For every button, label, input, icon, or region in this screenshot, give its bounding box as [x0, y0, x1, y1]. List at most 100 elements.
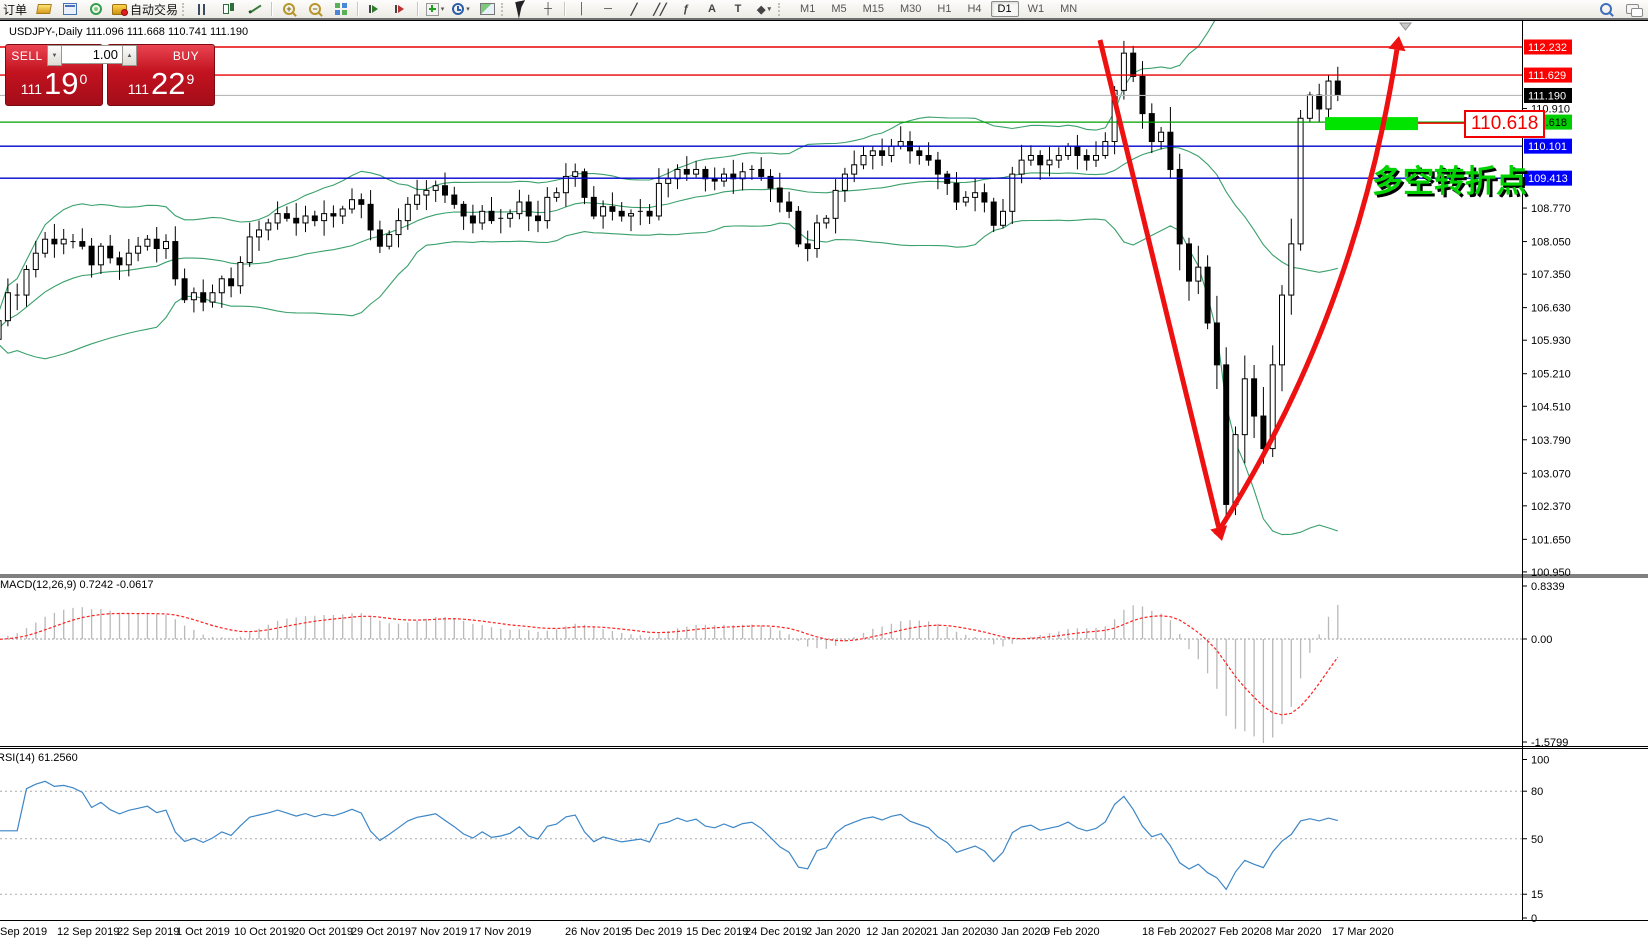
line-chart-icon[interactable] [242, 0, 268, 19]
candle [1187, 244, 1192, 281]
support-zone-bar[interactable] [1325, 117, 1418, 130]
toolbar-handle[interactable] [778, 3, 783, 16]
candle [703, 169, 708, 178]
volume-increase-button[interactable]: ▲ [122, 45, 137, 66]
new-order-icon[interactable] [31, 0, 57, 19]
macd-pane[interactable] [0, 605, 1522, 743]
candle [461, 204, 466, 216]
candle [1298, 118, 1303, 244]
candle [1168, 132, 1173, 169]
orders-label[interactable]: 订单 [3, 1, 27, 18]
candle [5, 293, 10, 321]
candle [415, 195, 420, 204]
tile-windows-icon[interactable] [328, 0, 354, 19]
timeframe-group: M1M5M15M30H1H4D1W1MN [792, 1, 1085, 17]
candle [675, 169, 680, 178]
volume-input[interactable] [62, 45, 122, 64]
vertical-line-icon[interactable]: │ [569, 0, 595, 19]
signals-icon[interactable] [83, 0, 109, 19]
candle [954, 183, 959, 202]
candle-chart-icon[interactable] [216, 0, 242, 19]
tf-button-W1[interactable]: W1 [1021, 1, 1052, 17]
toolbar-handle[interactable] [182, 3, 187, 16]
candle [201, 293, 206, 302]
candle [1010, 174, 1015, 211]
candle [480, 211, 485, 223]
date-tick: 18 Feb 2020 [1142, 926, 1204, 938]
zoom-out-icon[interactable] [302, 0, 328, 19]
tf-button-H1[interactable]: H1 [930, 1, 958, 17]
price-axis[interactable]: 110.910108.770108.050107.350106.630105.9… [1522, 40, 1572, 926]
down-arrow[interactable] [1100, 40, 1219, 527]
tf-button-D1[interactable]: D1 [991, 1, 1019, 17]
svg-text:0: 0 [1531, 913, 1537, 925]
candle [43, 239, 48, 253]
price-chart-pane[interactable] [0, 0, 1522, 541]
candle [359, 200, 364, 205]
horizontal-line-icon[interactable]: ─ [595, 0, 621, 19]
periods-icon[interactable]: ▾ [448, 0, 474, 19]
trendline-icon[interactable]: ╱ [621, 0, 647, 19]
auto-trading-button[interactable]: 自动交易 [109, 0, 181, 19]
candle [982, 193, 987, 202]
tf-button-M5[interactable]: M5 [824, 1, 853, 17]
zoom-in-icon[interactable] [276, 0, 302, 19]
candle [405, 204, 410, 220]
candle [666, 179, 671, 184]
candle [852, 165, 857, 174]
candle [182, 279, 187, 300]
chart-window-icon[interactable] [57, 0, 83, 19]
fibonacci-icon[interactable]: ƒ [673, 0, 699, 19]
candle [275, 214, 280, 223]
candle [33, 253, 38, 269]
channel-icon[interactable]: ╱╱ [647, 0, 673, 19]
candle [963, 197, 968, 202]
candle [861, 155, 866, 164]
candle [815, 223, 820, 249]
candle [108, 246, 113, 258]
svg-text:112.232: 112.232 [1528, 42, 1567, 54]
candle [1242, 379, 1247, 435]
auto-scroll-icon[interactable] [362, 0, 388, 19]
candle [712, 179, 717, 181]
rsi-pane[interactable] [0, 781, 1522, 894]
svg-text:104.510: 104.510 [1531, 401, 1571, 413]
candle [1224, 365, 1229, 505]
svg-text:102.370: 102.370 [1531, 501, 1571, 513]
bar-chart-icon[interactable] [190, 0, 216, 19]
date-tick: 29 Oct 2019 [351, 926, 411, 938]
shapes-icon[interactable]: ◆▾ [751, 0, 777, 19]
price-level-flag[interactable]: 110.618 [1464, 110, 1545, 138]
volume-decrease-button[interactable]: ▼ [47, 45, 62, 66]
macd-histogram [0, 605, 1338, 743]
label-icon[interactable]: T [725, 0, 751, 19]
sell-label: SELL [6, 49, 48, 63]
toolbar-handle[interactable] [501, 3, 506, 16]
svg-text:50: 50 [1531, 834, 1543, 846]
date-tick: 27 Feb 2020 [1204, 926, 1266, 938]
chat-icon[interactable] [1619, 0, 1645, 19]
chart-shift-icon[interactable] [388, 0, 414, 19]
tf-button-M30[interactable]: M30 [893, 1, 928, 17]
tf-button-MN[interactable]: MN [1053, 1, 1084, 17]
candle [787, 202, 792, 211]
chart-area[interactable]: 110.910108.770108.050107.350106.630105.9… [0, 0, 1648, 942]
text-icon[interactable]: A [699, 0, 725, 19]
candle [117, 258, 122, 265]
candle [824, 218, 829, 223]
search-icon[interactable] [1593, 0, 1619, 19]
date-axis[interactable]: Sep 201912 Sep 201922 Sep 20191 Oct 2019… [0, 926, 1394, 938]
candle [935, 160, 940, 174]
new-chart-icon[interactable]: ▾ [422, 0, 448, 19]
tf-button-H4[interactable]: H4 [960, 1, 988, 17]
tf-button-M15[interactable]: M15 [856, 1, 891, 17]
crosshair-icon[interactable]: ┼ [535, 0, 561, 19]
templates-icon[interactable] [474, 0, 500, 19]
candle [1131, 53, 1136, 76]
cursor-icon[interactable] [509, 0, 535, 19]
object-anchor-marker[interactable] [1400, 23, 1411, 30]
tf-button-M1[interactable]: M1 [793, 1, 822, 17]
turning-point-annotation[interactable]: 多空转折点 [1372, 156, 1527, 201]
svg-text:105.210: 105.210 [1531, 369, 1571, 381]
date-tick: 8 Mar 2020 [1266, 926, 1322, 938]
